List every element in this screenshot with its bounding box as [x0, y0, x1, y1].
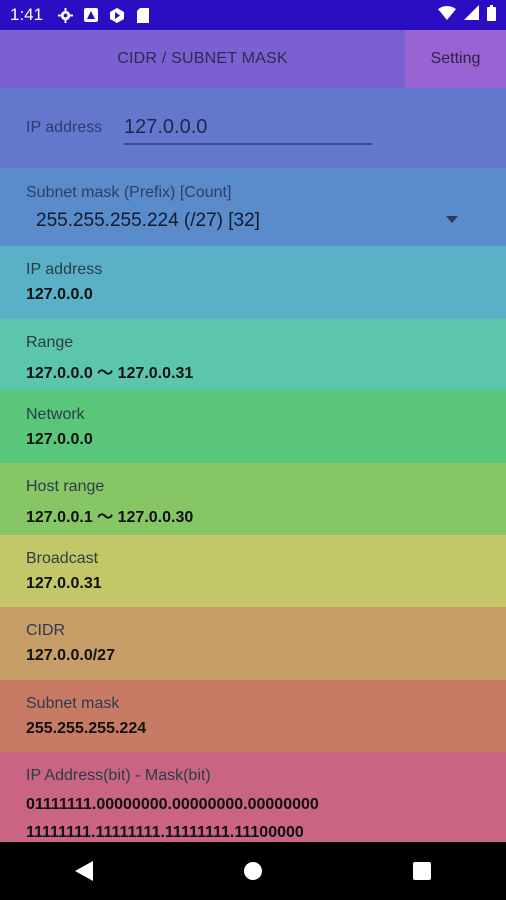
back-button[interactable] — [54, 851, 114, 891]
contact-icon — [83, 7, 99, 23]
ip-address-label: IP address — [26, 119, 103, 136]
home-button[interactable] — [223, 851, 283, 891]
wifi-icon — [438, 5, 456, 25]
result-value: 255.255.255.224 — [26, 720, 147, 737]
status-time: 1:41 — [10, 5, 44, 24]
result-subnet-mask: Subnet mask 255.255.255.224 — [0, 680, 506, 752]
result-value: 127.0.0.31 — [26, 575, 102, 592]
recents-button[interactable] — [392, 851, 452, 891]
result-host-range: Host range 127.0.0.1 〜 127.0.0.30 — [0, 463, 506, 535]
result-ip-address: IP address 127.0.0.0 — [0, 246, 506, 319]
dropdown-arrow-icon[interactable] — [446, 216, 458, 223]
result-label: CIDR — [26, 622, 66, 639]
result-label: Range — [26, 334, 74, 351]
subnet-mask-select-label: Subnet mask (Prefix) [Count] — [26, 184, 232, 201]
subnet-mask-select[interactable]: Subnet mask (Prefix) [Count] 255.255.255… — [0, 168, 506, 246]
home-circle-icon — [243, 862, 262, 880]
page-title: CIDR / SUBNET MASK — [117, 50, 288, 67]
result-network: Network 127.0.0.0 — [0, 391, 506, 463]
result-label: Subnet mask — [26, 695, 120, 712]
result-label: Network — [26, 406, 85, 423]
result-cidr: CIDR 127.0.0.0/27 — [0, 607, 506, 680]
result-value: 127.0.0.0 — [26, 286, 93, 303]
result-broadcast: Broadcast 127.0.0.31 — [0, 535, 506, 607]
ip-input-row: IP address — [0, 88, 506, 168]
result-label: IP address — [26, 261, 103, 278]
result-value: 127.0.0.0/27 — [26, 647, 115, 664]
result-value: 127.0.0.0 — [26, 431, 93, 448]
result-label: Broadcast — [26, 550, 99, 567]
app-bar: CIDR / SUBNET MASK Setting — [0, 30, 506, 88]
sd-card-icon — [135, 7, 151, 23]
bits-label: IP Address(bit) - Mask(bit) — [26, 767, 211, 784]
play-icon — [109, 7, 125, 23]
result-value: 127.0.0.1 〜 127.0.0.30 — [26, 509, 194, 526]
result-value: 127.0.0.0 〜 127.0.0.31 — [26, 365, 194, 382]
subnet-mask-selected-value: 255.255.255.224 (/27) [32] — [36, 210, 260, 231]
recents-square-icon — [412, 862, 431, 880]
result-range: Range 127.0.0.0 〜 127.0.0.31 — [0, 319, 506, 391]
status-bar: 1:41 — [0, 0, 506, 30]
ip-address-input[interactable] — [124, 111, 372, 145]
mask-bits-value: 11111111.11111111.11111111.11100000 — [26, 824, 304, 841]
back-triangle-icon — [75, 861, 94, 881]
battery-icon — [487, 4, 496, 26]
ip-bits-value: 01111111.00000000.00000000.00000000 — [26, 796, 319, 813]
setting-button[interactable]: Setting — [405, 30, 506, 88]
result-label: Host range — [26, 478, 105, 495]
result-bits: IP Address(bit) - Mask(bit) 01111111.000… — [0, 752, 506, 842]
gear-icon — [57, 7, 73, 23]
signal-icon — [464, 5, 479, 25]
navigation-bar — [0, 842, 506, 900]
